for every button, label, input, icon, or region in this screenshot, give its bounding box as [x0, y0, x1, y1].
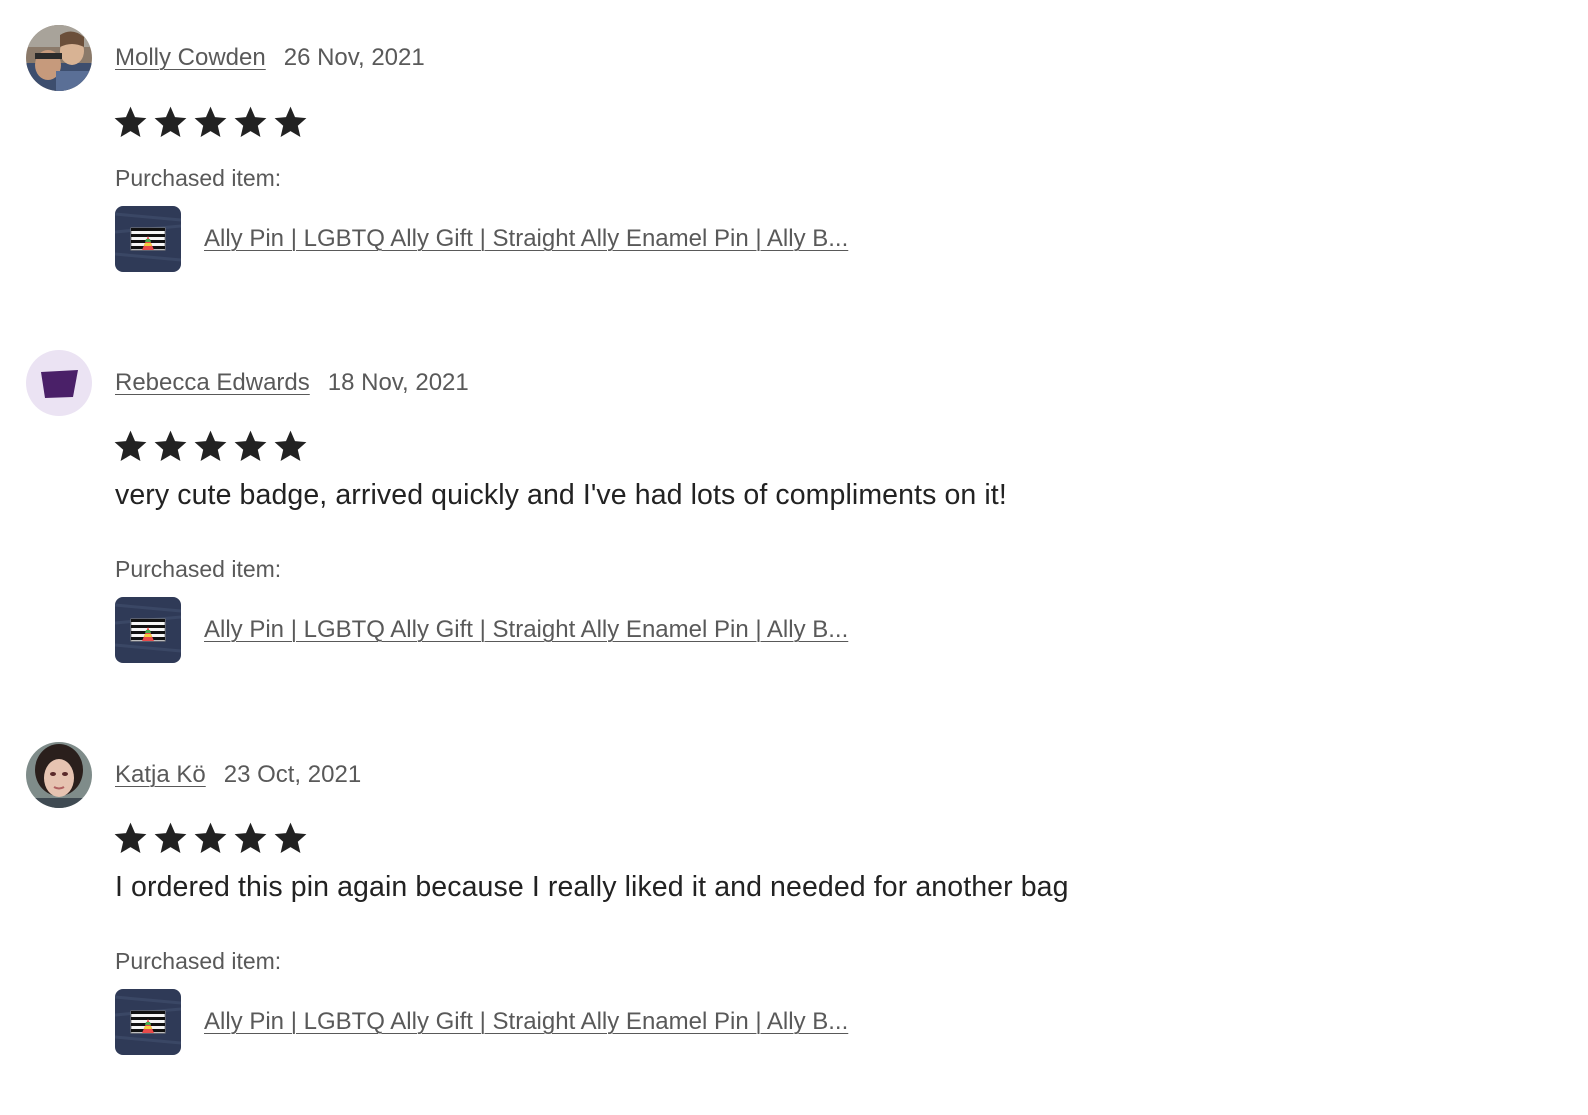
item-thumbnail[interactable]	[115, 206, 181, 272]
pin-product-icon	[115, 597, 181, 663]
review-header: Molly Cowden 26 Nov, 2021	[115, 43, 425, 73]
star-icon	[154, 430, 187, 461]
star-icon	[274, 822, 307, 853]
star-icon	[154, 822, 187, 853]
item-title-link[interactable]: Ally Pin | LGBTQ Ally Gift | Straight Al…	[204, 225, 848, 253]
star-icon	[234, 822, 267, 853]
review-date: 18 Nov, 2021	[327, 369, 469, 396]
reviews-list: Molly Cowden 26 Nov, 2021 Purchased item…	[0, 0, 1588, 1115]
star-icon	[234, 430, 267, 461]
avatar-photo-icon	[26, 742, 92, 808]
item-thumbnail[interactable]	[115, 597, 181, 663]
purchased-item: Ally Pin | LGBTQ Ally Gift | Straight Al…	[115, 206, 848, 272]
star-icon	[274, 430, 307, 461]
review-date: 23 Oct, 2021	[223, 761, 362, 788]
reviewer-avatar[interactable]	[26, 350, 92, 416]
default-avatar-icon	[26, 350, 92, 416]
purchased-item-label: Purchased item:	[115, 556, 282, 582]
review-date: 26 Nov, 2021	[283, 44, 425, 71]
star-icon	[274, 106, 307, 137]
reviewer-name-link[interactable]: Katja Kö	[115, 761, 206, 789]
reviewer-avatar[interactable]	[26, 742, 92, 808]
star-rating	[113, 104, 308, 139]
pin-product-icon	[115, 206, 181, 272]
star-icon	[154, 106, 187, 137]
purchased-item-label: Purchased item:	[115, 165, 282, 191]
reviewer-name-link[interactable]: Molly Cowden	[115, 44, 266, 72]
purchased-item: Ally Pin | LGBTQ Ally Gift | Straight Al…	[115, 989, 848, 1055]
item-thumbnail[interactable]	[115, 989, 181, 1055]
pin-product-icon	[115, 989, 181, 1055]
star-icon	[194, 822, 227, 853]
star-icon	[194, 106, 227, 137]
review-text: I ordered this pin again because I reall…	[115, 871, 1069, 903]
star-icon	[194, 430, 227, 461]
review-header: Katja Kö 23 Oct, 2021	[115, 760, 361, 790]
reviewer-name-link[interactable]: Rebecca Edwards	[115, 369, 310, 397]
item-title-link[interactable]: Ally Pin | LGBTQ Ally Gift | Straight Al…	[204, 1008, 848, 1036]
purchased-item-label: Purchased item:	[115, 948, 282, 974]
star-rating	[113, 820, 308, 855]
reviewer-avatar[interactable]	[26, 25, 92, 91]
star-icon	[114, 106, 147, 137]
avatar-photo-icon	[26, 25, 92, 91]
star-icon	[114, 822, 147, 853]
star-rating	[113, 428, 308, 463]
star-icon	[234, 106, 267, 137]
review-header: Rebecca Edwards 18 Nov, 2021	[115, 368, 469, 398]
star-icon	[114, 430, 147, 461]
purchased-item: Ally Pin | LGBTQ Ally Gift | Straight Al…	[115, 597, 848, 663]
review-text: very cute badge, arrived quickly and I'v…	[115, 479, 1007, 511]
item-title-link[interactable]: Ally Pin | LGBTQ Ally Gift | Straight Al…	[204, 616, 848, 644]
